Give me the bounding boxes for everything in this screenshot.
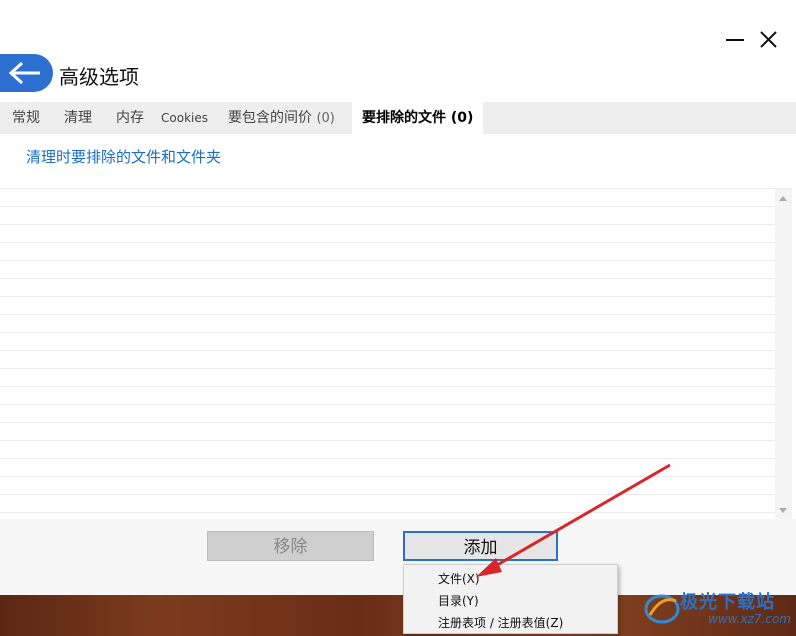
list-row-empty bbox=[0, 207, 792, 225]
tab-exclude-label: 要排除的文件 bbox=[362, 110, 446, 126]
list-row-empty bbox=[0, 459, 792, 477]
vertical-scrollbar[interactable] bbox=[775, 189, 792, 520]
list-row-empty bbox=[0, 279, 792, 297]
list-row-empty bbox=[0, 441, 792, 459]
close-icon bbox=[760, 31, 777, 48]
tab-include[interactable]: 要包含的间价 (0) bbox=[228, 102, 335, 134]
tab-general[interactable]: 常规 bbox=[12, 102, 40, 134]
watermark-url: www.xz7.com bbox=[708, 612, 791, 626]
remove-button[interactable]: 移除 bbox=[207, 531, 374, 561]
add-button[interactable]: 添加 bbox=[403, 531, 558, 561]
button-bar bbox=[0, 519, 796, 595]
list-row-empty bbox=[0, 297, 792, 315]
scroll-down-icon[interactable] bbox=[779, 508, 787, 513]
list-row-empty bbox=[0, 243, 792, 261]
tab-cookies[interactable]: Cookies bbox=[161, 102, 208, 134]
menu-item-folder[interactable]: 目录(Y) bbox=[438, 592, 479, 609]
tab-exclude[interactable]: 要排除的文件 (0) bbox=[352, 102, 484, 134]
list-row-empty bbox=[0, 189, 792, 207]
minimize-button[interactable] bbox=[724, 28, 748, 52]
tab-exclude-count: (0) bbox=[450, 110, 474, 126]
list-row-empty bbox=[0, 225, 792, 243]
close-button[interactable] bbox=[757, 28, 781, 52]
list-row-empty bbox=[0, 387, 792, 405]
page-title: 高级选项 bbox=[59, 65, 139, 89]
menu-item-file[interactable]: 文件(X) bbox=[438, 570, 480, 587]
menu-item-registry[interactable]: 注册表项 / 注册表值(Z) bbox=[438, 614, 563, 631]
tab-memory[interactable]: 内存 bbox=[116, 102, 144, 134]
tab-cleaning[interactable]: 清理 bbox=[64, 102, 92, 134]
minimize-icon bbox=[726, 39, 744, 41]
arrow-left-icon bbox=[8, 61, 40, 85]
list-row-empty bbox=[0, 423, 792, 441]
exclude-list[interactable] bbox=[0, 188, 792, 520]
scroll-up-icon[interactable] bbox=[779, 196, 787, 201]
tab-include-count: (0) bbox=[316, 111, 335, 126]
add-context-menu: 文件(X) 目录(Y) 注册表项 / 注册表值(Z) bbox=[403, 564, 618, 634]
list-row-empty bbox=[0, 405, 792, 423]
watermark-text: 极光下载站 bbox=[680, 592, 775, 613]
list-row-empty bbox=[0, 333, 792, 351]
list-row-empty bbox=[0, 369, 792, 387]
list-row-empty bbox=[0, 351, 792, 369]
list-row-empty bbox=[0, 261, 792, 279]
tab-include-label: 要包含的间价 bbox=[228, 110, 312, 126]
list-row-empty bbox=[0, 315, 792, 333]
tab-bar: 常规 清理 内存 Cookies 要包含的间价 (0) 要排除的文件 (0) bbox=[0, 102, 796, 134]
list-row-empty bbox=[0, 477, 792, 495]
back-button[interactable] bbox=[0, 54, 53, 92]
section-subtitle: 清理时要排除的文件和文件夹 bbox=[26, 148, 222, 166]
list-row-empty bbox=[0, 495, 792, 513]
